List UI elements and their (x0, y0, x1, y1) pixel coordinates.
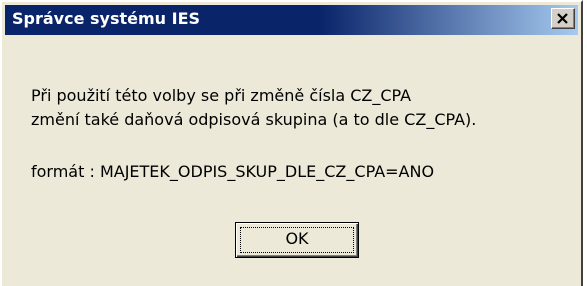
message-line-2: změní také daňová odpisová skupina (a to… (31, 110, 477, 129)
ok-button-label: OK (285, 229, 309, 248)
ok-button[interactable]: OK (235, 222, 359, 258)
dialog-window: Správce systému IES Při použití této vol… (0, 0, 583, 286)
message-line-1: Při použití této volby se při změně čísl… (31, 86, 412, 105)
close-button[interactable] (551, 8, 575, 29)
format-text: formát : MAJETEK_ODPIS_SKUP_DLE_CZ_CPA=A… (31, 162, 435, 181)
close-icon (557, 13, 568, 24)
title-bar[interactable]: Správce systému IES (5, 5, 578, 35)
window-title: Správce systému IES (12, 9, 201, 28)
message-text: Při použití této volby se při změně čísl… (31, 84, 476, 132)
